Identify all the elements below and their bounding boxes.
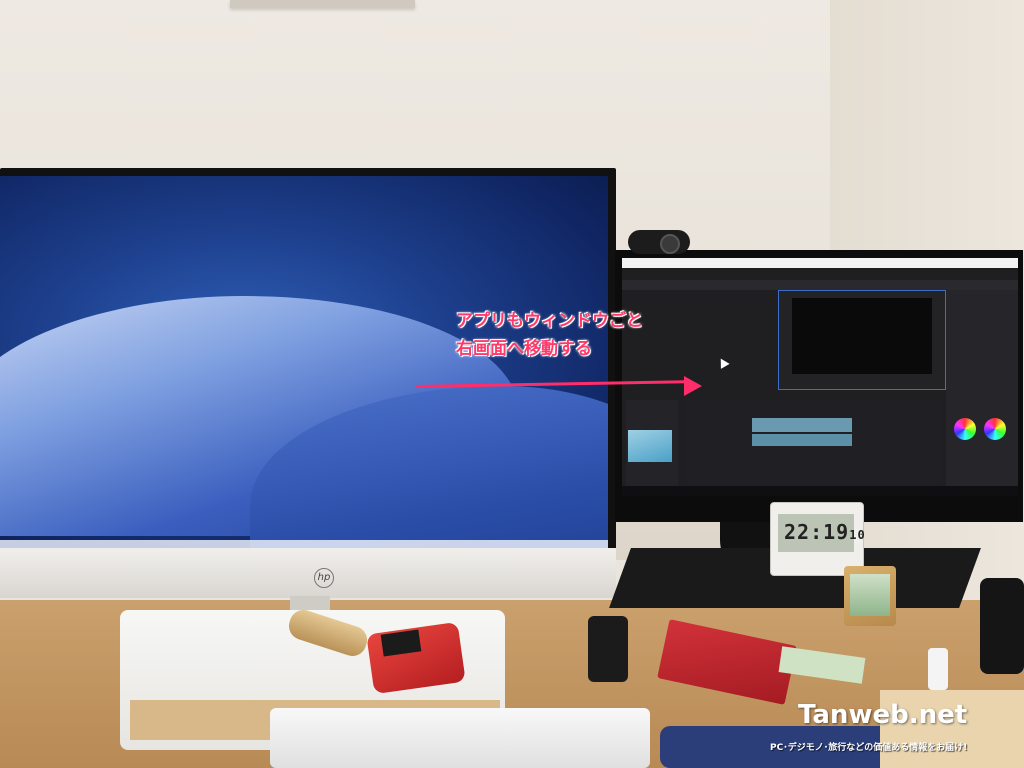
black-bottle — [980, 578, 1024, 674]
color-wheel-icon — [954, 418, 976, 440]
left-monitor-screen — [0, 176, 608, 548]
black-mug — [588, 616, 628, 682]
eye-drops — [928, 648, 948, 690]
mouse-cursor-icon — [716, 356, 730, 369]
timeline-clip — [752, 434, 852, 446]
clock-time: 22:1910 — [784, 520, 866, 544]
watermark-subtitle: PC･デジモノ･旅行などの価値ある情報をお届け! — [770, 743, 968, 753]
keyboard — [270, 708, 650, 768]
arrow-right-icon — [684, 376, 702, 396]
annotation-line2: 右画面へ移動する — [456, 339, 592, 359]
hp-logo: hp — [314, 568, 334, 588]
webcam-icon — [628, 230, 690, 254]
right-monitor-screen — [622, 258, 1018, 496]
color-wheel-icon — [984, 418, 1006, 440]
photo-image — [850, 574, 890, 616]
lumetri-panel — [946, 290, 1018, 486]
watermark-title: Tanweb.net — [798, 700, 968, 730]
premiere-menubar — [622, 258, 1018, 268]
left-monitor-bezel — [0, 548, 616, 598]
annotation-line1: アプリもウィンドウごと — [456, 311, 643, 331]
premiere-workspace-tabs — [622, 280, 1018, 290]
program-video — [792, 298, 932, 374]
clip-thumbnail — [628, 430, 672, 462]
timeline-clip — [752, 418, 852, 432]
picture-frame — [230, 0, 415, 8]
webcam-lens — [660, 234, 680, 254]
right-taskbar — [622, 486, 1018, 496]
